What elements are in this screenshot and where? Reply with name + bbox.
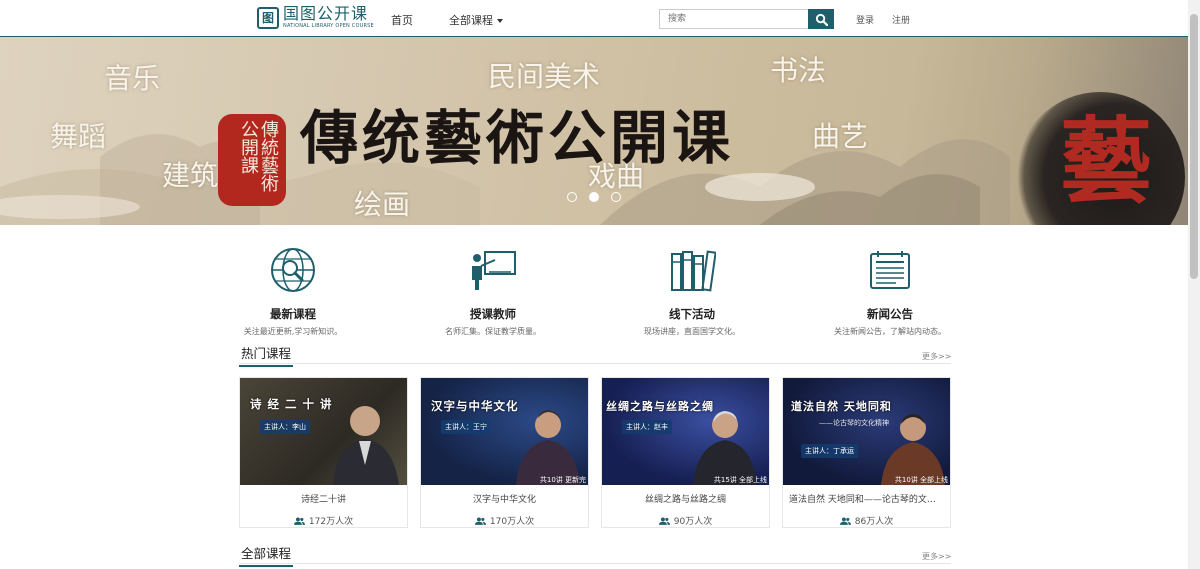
- scrollbar-thumb[interactable]: [1190, 14, 1198, 279]
- banner-word-painting: 绘画: [354, 188, 411, 221]
- course-title: 丝绸之路与丝路之绸: [644, 495, 726, 505]
- banner-word-quyi: 曲艺: [812, 120, 869, 153]
- thumb-title: 诗 经 二 十 讲: [250, 397, 333, 411]
- course-title: 道法自然 天地同和——论古琴的文化...: [789, 495, 945, 505]
- page-scrollbar[interactable]: [1188, 0, 1200, 569]
- episode-badge: 共15讲 全部上线: [713, 476, 767, 484]
- section-divider: [239, 363, 951, 364]
- banner-word-music: 音乐: [104, 62, 161, 95]
- lecturer-photo: [333, 406, 399, 485]
- nav-home-link[interactable]: 首页: [391, 12, 413, 28]
- register-link[interactable]: 注册: [892, 13, 910, 26]
- banner-word-dance: 舞蹈: [50, 120, 107, 153]
- nav-all-courses-dropdown[interactable]: 全部课程: [449, 12, 503, 28]
- caret-down-icon: [497, 19, 503, 23]
- books-icon: [671, 250, 717, 292]
- thumb-lecturer: 主讲人：赵丰: [622, 420, 672, 434]
- carousel-dot-1[interactable]: [567, 192, 577, 202]
- feature-title: 最新课程: [270, 307, 316, 321]
- banner-word-calligraphy: 书法: [770, 54, 827, 87]
- course-card[interactable]: 汉字与中华文化 主讲人：王宁 共10讲 更新完 汉字与中华文化 170万人次: [420, 377, 589, 528]
- thumb-subtitle: ——论古琴的文化精神: [819, 419, 889, 427]
- view-count: 170万人次: [489, 517, 535, 527]
- thumb-title: 汉字与中华文化: [431, 399, 519, 413]
- view-count: 90万人次: [673, 517, 713, 527]
- course-title: 汉字与中华文化: [472, 495, 536, 505]
- course-thumbnail: 诗 经 二 十 讲 主讲人：李山: [240, 378, 407, 485]
- course-card[interactable]: 丝绸之路与丝路之绸 主讲人：赵丰 共15讲 全部上线 丝绸之路与丝路之绸 90万…: [601, 377, 770, 528]
- feature-desc: 名师汇集。保证教学质量。: [445, 327, 541, 336]
- carousel-indicators: [567, 192, 621, 202]
- course-title: 诗经二十讲: [300, 495, 346, 505]
- section-divider: [239, 563, 951, 564]
- banner-ink-character: 藝: [1060, 107, 1153, 215]
- episode-badge: 共10讲 全部上线: [894, 476, 948, 484]
- site-logo[interactable]: 图 国图公开课 NATIONAL LIBRARY OPEN COURSE: [257, 6, 374, 29]
- feature-latest-courses[interactable]: 最新课程 关注最近更新,学习新知识。: [213, 246, 373, 337]
- course-thumbnail: 汉字与中华文化 主讲人：王宁 共10讲 更新完: [421, 378, 588, 485]
- top-header: 图 国图公开课 NATIONAL LIBRARY OPEN COURSE 首页 …: [0, 0, 1188, 36]
- login-link[interactable]: 登录: [856, 13, 874, 26]
- logo-mark-icon: 图: [257, 6, 279, 29]
- course-card[interactable]: 诗 经 二 十 讲 主讲人：李山 诗经二十讲 172万人次: [239, 377, 408, 528]
- users-icon: [839, 516, 851, 525]
- feature-desc: 关注最近更新,学习新知识。: [243, 327, 343, 336]
- users-icon: [293, 516, 305, 525]
- feature-news[interactable]: 新闻公告 关注新闻公告，了解站内动态。: [810, 246, 970, 337]
- banner-word-architecture: 建筑: [162, 159, 219, 192]
- feature-desc: 现场讲座，直面国学文化。: [644, 327, 740, 336]
- view-count: 86万人次: [854, 517, 894, 527]
- thumb-title: 道法自然 天地同和: [791, 400, 892, 413]
- episode-badge: 共10讲 更新完: [539, 476, 586, 484]
- search-button[interactable]: [808, 9, 834, 29]
- feature-desc: 关注新闻公告，了解站内动态。: [834, 327, 946, 336]
- search-input[interactable]: [659, 9, 809, 29]
- feature-title: 授课教师: [470, 307, 516, 321]
- globe-search-icon: [271, 248, 315, 292]
- users-icon: [474, 516, 486, 525]
- carousel-dot-2[interactable]: [589, 192, 599, 202]
- thumb-lecturer: 主讲人：王宁: [441, 420, 491, 434]
- search-icon: [815, 13, 828, 26]
- all-more-link[interactable]: 更多>>: [922, 551, 951, 562]
- course-thumbnail: 道法自然 天地同和 ——论古琴的文化精神 主讲人：丁承运 共10讲 全部上线: [783, 378, 950, 485]
- course-card[interactable]: 道法自然 天地同和 ——论古琴的文化精神 主讲人：丁承运 共10讲 全部上线 道…: [782, 377, 951, 528]
- banner-word-folk-art: 民间美术: [488, 60, 601, 93]
- red-seal-stamp: 傳統藝術公開課: [218, 114, 286, 206]
- feature-title: 新闻公告: [867, 307, 913, 321]
- carousel-dot-3[interactable]: [611, 192, 621, 202]
- users-icon: [658, 516, 670, 525]
- course-thumbnail: 丝绸之路与丝路之绸 主讲人：赵丰 共15讲 全部上线: [602, 378, 769, 485]
- feature-title: 线下活动: [669, 307, 715, 321]
- thumb-lecturer: 主讲人：李山: [260, 420, 310, 434]
- logo-subtitle: NATIONAL LIBRARY OPEN COURSE: [283, 23, 374, 29]
- view-count: 172万人次: [308, 517, 354, 527]
- thumb-lecturer: 主讲人：丁承运: [801, 444, 858, 458]
- logo-title: 国图公开课: [283, 4, 369, 23]
- banner-title: 傳统藝術公開课: [300, 104, 735, 172]
- hot-more-link[interactable]: 更多>>: [922, 351, 951, 362]
- nav-all-label: 全部课程: [449, 14, 493, 27]
- newspaper-icon: [870, 251, 910, 289]
- feature-teachers[interactable]: 授课教师 名师汇集。保证教学质量。: [413, 246, 573, 337]
- feature-offline-events[interactable]: 线下活动 现场讲座，直面国学文化。: [612, 246, 772, 337]
- thumb-title: 丝绸之路与丝路之绸: [606, 400, 714, 413]
- teacher-board-icon: [472, 251, 516, 290]
